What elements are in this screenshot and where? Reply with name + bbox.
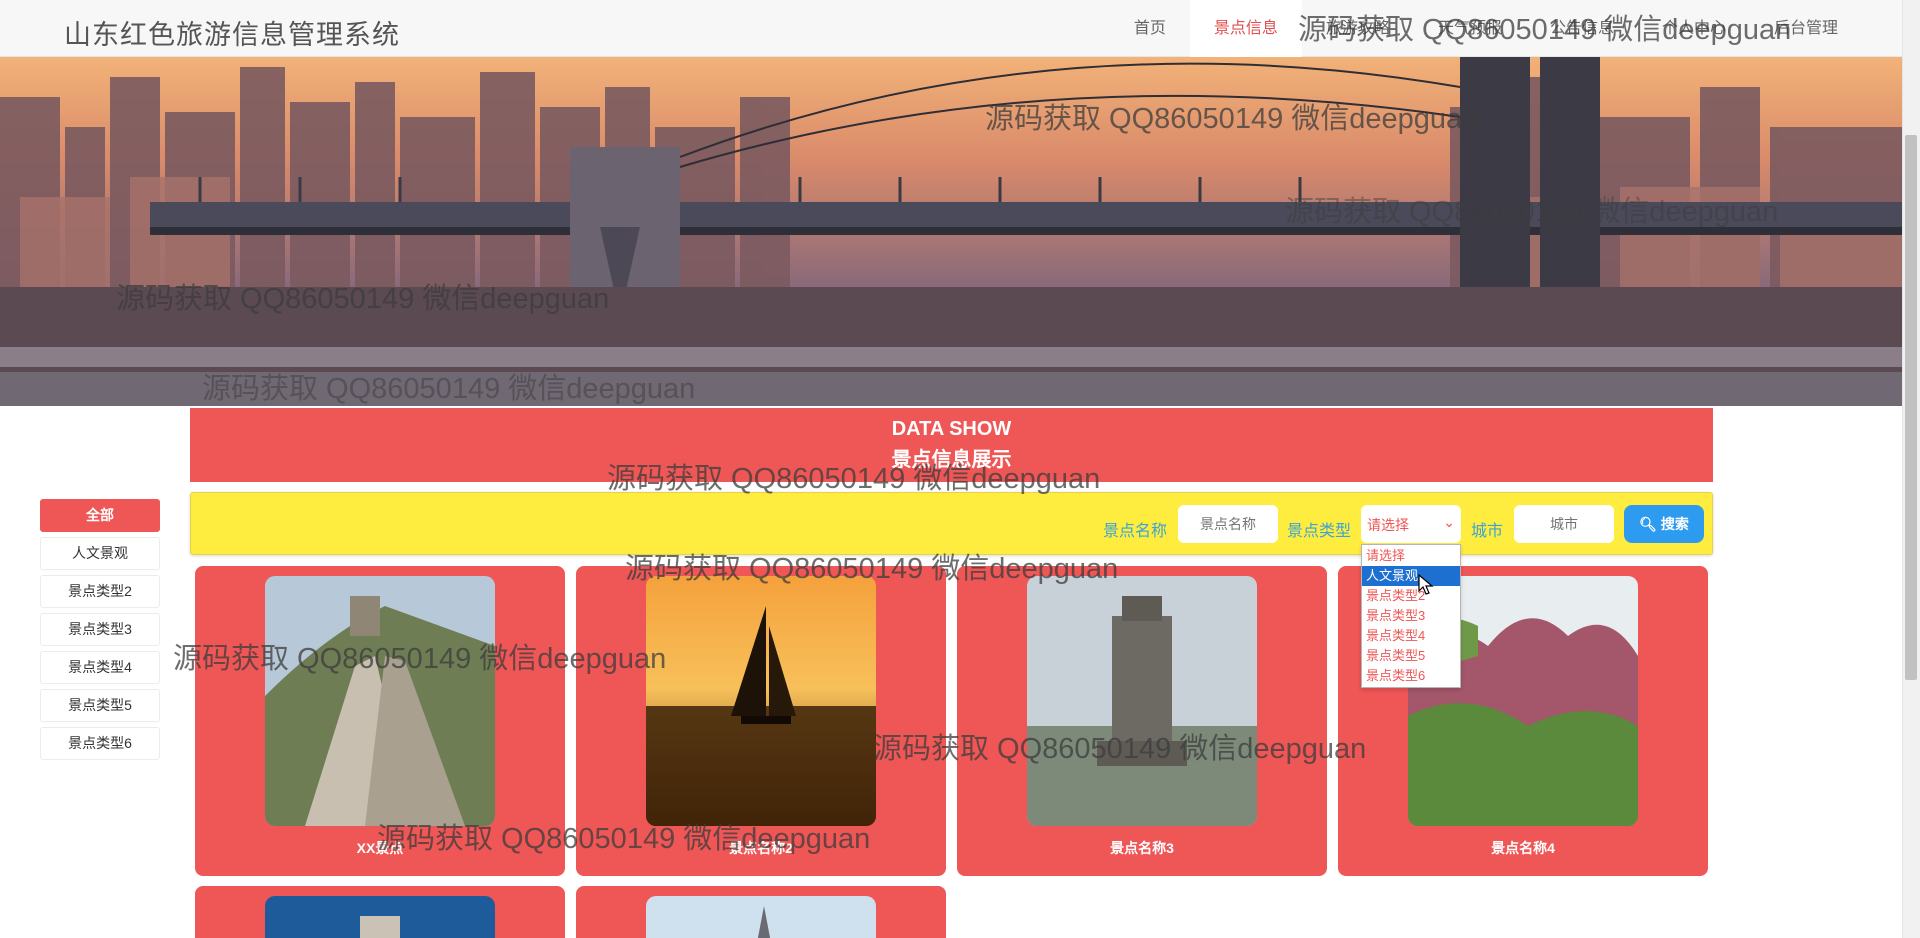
nav-weather[interactable]: 天气预报 <box>1414 0 1526 57</box>
type-label: 景点类型 <box>1287 523 1352 540</box>
attraction-card[interactable] <box>576 886 946 938</box>
type-option-highlighted[interactable]: 人文景观 <box>1362 566 1460 586</box>
attraction-card[interactable]: XX景点 <box>195 566 565 876</box>
attraction-title: XX景点 <box>356 840 404 856</box>
nav-attractions[interactable]: 景点信息 <box>1189 0 1302 57</box>
type-option[interactable]: 景点类型2 <box>1362 586 1460 606</box>
attraction-image[interactable] <box>265 576 495 826</box>
attraction-card[interactable]: 景点名称3 <box>957 566 1327 876</box>
type-select[interactable]: 请选择 ⌄ <box>1361 505 1461 543</box>
name-label: 景点名称 <box>1103 523 1168 540</box>
attraction-image[interactable] <box>646 576 876 826</box>
city-label: 城市 <box>1471 523 1504 540</box>
nav-travel-guides[interactable]: 旅游攻略 <box>1302 0 1414 57</box>
category-type6[interactable]: 景点类型6 <box>40 727 160 760</box>
city-input[interactable] <box>1514 505 1614 543</box>
section-title-cn: 景点信息展示 <box>891 449 1012 471</box>
attraction-image[interactable] <box>1027 576 1257 826</box>
search-bar: 景点名称 景点类型 请选择 ⌄ 城市 🔍︎ 搜索 <box>190 492 1713 555</box>
chevron-down-icon: ⌄ <box>1443 514 1455 530</box>
category-humanities[interactable]: 人文景观 <box>40 537 160 570</box>
category-type5[interactable]: 景点类型5 <box>40 689 160 722</box>
type-option[interactable]: 景点类型5 <box>1362 646 1460 666</box>
type-option[interactable]: 请选择 <box>1362 546 1460 566</box>
section-header: DATA SHOW 景点信息展示 <box>190 408 1713 482</box>
type-option[interactable]: 景点类型6 <box>1362 666 1460 686</box>
attraction-title: 景点名称2 <box>729 840 793 856</box>
search-icon: 🔍︎ <box>1639 516 1657 532</box>
category-type4[interactable]: 景点类型4 <box>40 651 160 684</box>
site-title: 山东红色旅游信息管理系统 <box>64 20 400 50</box>
nav-profile[interactable]: 个人中心 <box>1638 0 1750 57</box>
category-sidebar: 全部 人文景观 景点类型2 景点类型3 景点类型4 景点类型5 景点类型6 <box>40 499 160 765</box>
type-option[interactable]: 景点类型4 <box>1362 626 1460 646</box>
banner-image <box>0 57 1902 406</box>
search-button[interactable]: 🔍︎ 搜索 <box>1624 505 1704 543</box>
nav-admin[interactable]: 后台管理 <box>1750 0 1862 57</box>
page-scrollbar[interactable] <box>1902 0 1920 938</box>
main-nav: 首页 景点信息 旅游攻略 天气预报 公告信息 个人中心 后台管理 <box>1110 0 1862 57</box>
banner-carousel[interactable] <box>0 57 1902 406</box>
type-select-value: 请选择 <box>1367 517 1409 533</box>
category-all[interactable]: 全部 <box>40 499 160 532</box>
name-input[interactable] <box>1178 505 1278 543</box>
scrollbar-thumb[interactable] <box>1905 135 1917 680</box>
category-type3[interactable]: 景点类型3 <box>40 613 160 646</box>
attraction-image[interactable] <box>265 896 495 938</box>
nav-announcements[interactable]: 公告信息 <box>1526 0 1638 57</box>
search-button-label: 搜索 <box>1660 516 1689 532</box>
nav-home[interactable]: 首页 <box>1110 0 1190 57</box>
attraction-card[interactable] <box>195 886 565 938</box>
type-dropdown-menu: 请选择 人文景观 景点类型2 景点类型3 景点类型4 景点类型5 景点类型6 <box>1361 544 1461 688</box>
mouse-cursor-icon <box>1418 574 1434 595</box>
type-option[interactable]: 景点类型3 <box>1362 606 1460 626</box>
top-navbar: 山东红色旅游信息管理系统 首页 景点信息 旅游攻略 天气预报 公告信息 个人中心… <box>0 0 1902 57</box>
attraction-title: 景点名称4 <box>1491 840 1555 856</box>
attraction-image[interactable] <box>646 896 876 938</box>
section-title-en: DATA SHOW <box>891 418 1012 440</box>
category-type2[interactable]: 景点类型2 <box>40 575 160 608</box>
attraction-title: 景点名称3 <box>1110 840 1174 856</box>
attraction-card[interactable]: 景点名称2 <box>576 566 946 876</box>
